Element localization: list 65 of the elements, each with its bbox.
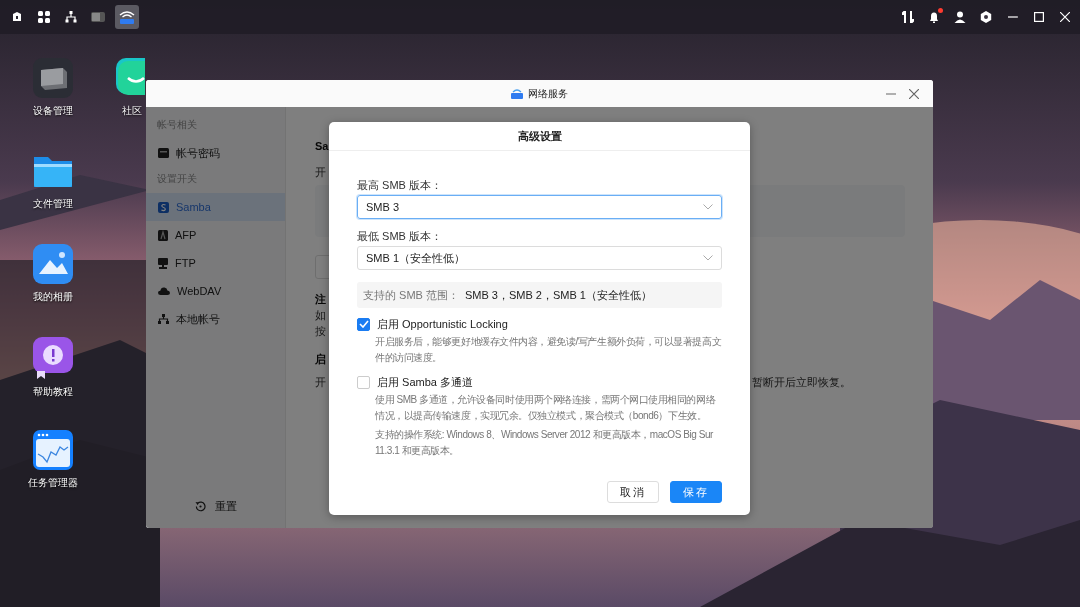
dialog-title: 高级设置 xyxy=(517,128,562,144)
settings-icon xyxy=(980,11,992,23)
section-heading: Sa xyxy=(315,139,329,154)
range-value: SMB 3，SMB 2，SMB 1（安全性低） xyxy=(464,287,652,303)
box-icon xyxy=(11,11,23,23)
grid-icon xyxy=(38,11,50,23)
field-label: 最高 SMB 版本： xyxy=(357,178,443,192)
sidebar-item[interactable]: AFP xyxy=(146,221,285,249)
desktop-shortcut[interactable]: 我的相册 xyxy=(17,244,88,315)
description-text: 暂断开后立即恢复。 xyxy=(752,375,851,390)
sidebar-item[interactable]: FTP xyxy=(146,249,285,277)
sidebar-item[interactable]: 本地帐号 xyxy=(146,305,285,333)
maximize-icon[interactable] xyxy=(1034,12,1044,22)
cancel-button[interactable]: 取消 xyxy=(607,481,659,503)
desktop-shortcut[interactable]: 设备管理 xyxy=(17,58,88,129)
hierarchy-icon xyxy=(158,314,169,324)
option-description: 使用 SMB 多通道，允许设备同时使用两个网络连接，需两个网口使用相同的网络情况，以提高传输速度，实现冗余。仅独立模式，聚合模式（bond6）下生效。 xyxy=(375,393,717,423)
note-heading: 注 xyxy=(315,292,326,307)
computer-icon xyxy=(158,257,168,269)
option-label: 启用 Samba 多通道 xyxy=(377,375,473,389)
checkbox[interactable] xyxy=(357,375,370,389)
cloud-icon xyxy=(158,287,170,295)
chevron-down-icon xyxy=(703,204,713,210)
server-icon xyxy=(32,58,73,98)
afp-icon xyxy=(158,229,168,241)
option-description: 支持的操作系统: Windows 8、Windows Server 2012 和更高版本，macOS Big Sur 11.3.1 和更高版本。 xyxy=(375,428,714,458)
desktop-shortcut[interactable]: 帮助教程 xyxy=(17,337,88,408)
version-dropdown[interactable]: SMB 3 xyxy=(357,195,722,219)
card-icon xyxy=(158,148,169,158)
description-text: 开 xyxy=(315,375,326,390)
user-icon xyxy=(954,11,966,23)
note-text: 按 xyxy=(315,324,326,339)
help-icon xyxy=(32,337,73,379)
option-label: 启用 Opportunistic Locking xyxy=(377,317,508,331)
version-dropdown[interactable]: SMB 1（安全性低） xyxy=(357,246,722,270)
chevron-down-icon xyxy=(703,255,713,261)
option-description: 开启服务后，能够更好地缓存文件内容，避免读/写产生额外负荷，可以显著提高文件的访问速度。 xyxy=(375,335,722,365)
tray-button[interactable] xyxy=(928,11,940,23)
tray-button[interactable] xyxy=(980,11,992,23)
network-icon xyxy=(65,11,77,23)
section-heading: 启 xyxy=(315,352,326,367)
desktop-shortcut[interactable]: 任务管理器 xyxy=(17,430,88,501)
reset-icon xyxy=(194,501,206,512)
field-label: 最低 SMB 版本： xyxy=(357,229,443,243)
network-service-icon xyxy=(511,88,523,99)
tray-button[interactable] xyxy=(902,11,914,23)
tray-button[interactable] xyxy=(954,11,966,23)
save-button[interactable]: 保存 xyxy=(670,481,722,503)
photo-album-icon xyxy=(32,244,73,284)
samba-icon xyxy=(158,201,169,213)
bell-icon xyxy=(928,11,940,23)
sidebar-item[interactable]: 帐号密码 xyxy=(146,139,285,167)
description-text: 开 xyxy=(315,165,326,180)
range-label: 支持的 SMB 范围： xyxy=(363,287,459,303)
note-text: 如 xyxy=(315,308,326,323)
taskbar-app[interactable] xyxy=(115,5,139,29)
device-icon xyxy=(91,11,105,23)
wifi-icon xyxy=(119,10,135,24)
sidebar-item[interactable]: WebDAV xyxy=(146,277,285,305)
checkbox[interactable] xyxy=(357,317,370,331)
transfer-icon xyxy=(902,11,914,23)
reset-button[interactable]: 重置 xyxy=(194,499,237,514)
desktop-shortcut[interactable]: 文件管理 xyxy=(17,151,88,222)
task-monitor-icon xyxy=(32,430,73,470)
window-title: 网络服务 xyxy=(528,86,568,101)
